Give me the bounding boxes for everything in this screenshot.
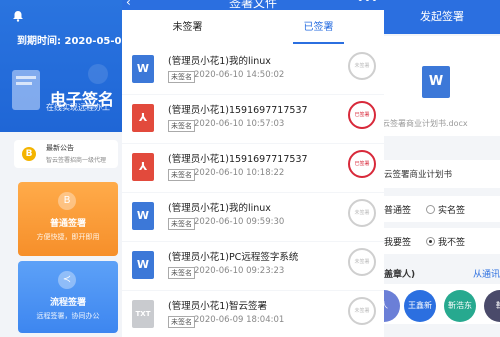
list-item[interactable]: W (管理员小花1)我的linux 未签名 2020-06-10 14:50:0… [122, 46, 384, 94]
list-item[interactable]: W (管理员小花1)我的linux 未签名 2020-06-10 09:59:3… [122, 193, 384, 241]
self-sign-row: 我要签 我不签 [384, 228, 500, 254]
add-from-contacts-link[interactable]: 从通讯 [473, 267, 500, 280]
signer-avatar[interactable]: 鞠 [484, 290, 500, 322]
signer-avatar[interactable]: 靳浩东 [444, 290, 476, 322]
signer-avatar[interactable]: 王鑫新 [404, 290, 436, 322]
tab-unsigned[interactable]: 未签署 [122, 10, 253, 46]
realname-sign-label: 实名签 [438, 206, 466, 216]
unsigned-badge: 未签名 [168, 267, 195, 279]
radio-i-sign[interactable]: 我要签 [384, 235, 411, 248]
unsigned-badge: 未签名 [168, 316, 195, 328]
expiry-date: 到期时间: 2020-05-08 [17, 36, 122, 47]
file-name: (管理员小花1)我的linux [168, 203, 271, 214]
unsigned-badge: 未签名 [168, 71, 195, 83]
radio-i-not-sign[interactable]: 我不签 [426, 235, 465, 248]
flow-sign-subtitle: 远程签署，协同办公 [36, 312, 100, 320]
more-icon[interactable]: ••• [357, 0, 378, 7]
seal-stamp-icon: 未签署 [348, 199, 376, 227]
file-time: 2020-06-10 09:59:30 [194, 217, 285, 227]
seal-stamp-icon: 已签署 [348, 101, 376, 129]
i-not-sign-label: 我不签 [438, 238, 466, 248]
file-name: (管理员小花1)1591697717537 [168, 154, 308, 165]
document-preview[interactable]: W 智云签署商业计划书.docx [384, 36, 500, 136]
pdf-file-icon: ⅄ [132, 153, 154, 181]
document-title-value: 云签署商业计划书 [384, 170, 453, 180]
home-screen: 到期时间: 2020-05-08 电子签名 在线实现远程办工 B 最新公告 智云… [0, 0, 122, 337]
start-sign-screen: 发起签署 W 智云签署商业计划书.docx 云签署商业计划书 普通签 实名签 我… [384, 0, 500, 337]
list-item[interactable]: W (管理员小花1)PC远程签字系统 未签名 2020-06-10 09:23:… [122, 242, 384, 290]
flow-sign-card[interactable]: ≺ 流程签署 远程签署，协同办公 [18, 261, 118, 333]
document-title-field[interactable]: 云签署商业计划书 [384, 160, 500, 188]
signers-list: 人 王鑫新 靳浩东 鞠 [384, 284, 500, 324]
unsigned-badge: 未签名 [168, 169, 195, 181]
start-sign-header: 发起签署 [384, 0, 500, 34]
sign-type-row: 普通签 实名签 [384, 196, 500, 222]
radio-realname-sign[interactable]: 实名签 [426, 203, 465, 216]
file-name: (管理员小花1)PC远程签字系统 [168, 252, 299, 263]
announcement-bar[interactable]: B 最新公告 智云签署招商一级代理 [14, 140, 118, 168]
radio-icon [426, 205, 435, 214]
seal-stamp-icon: 未签署 [348, 52, 376, 80]
normal-sign-title: 普通签署 [49, 219, 86, 229]
radio-normal-sign[interactable]: 普通签 [384, 203, 411, 216]
hero-subtitle: 在线实现远程办工 [46, 103, 110, 112]
bell-icon[interactable] [12, 10, 24, 22]
signed-files-screen: ‹ 签署文件 ••• 未签署 已签署 W (管理员小花1)我的linux 未签名… [122, 0, 384, 337]
tab-signed[interactable]: 已签署 [253, 10, 384, 46]
flow-sign-title: 流程签署 [49, 298, 86, 308]
tab-active-indicator [293, 42, 344, 44]
word-file-icon: W [132, 55, 154, 83]
normal-sign-label: 普通签 [384, 206, 412, 216]
announcement-text: 智云签署招商一级代理 [46, 157, 107, 164]
file-time: 2020-06-09 18:04:01 [194, 315, 285, 325]
word-file-icon: W [132, 251, 154, 279]
bitcoin-icon: B [22, 147, 36, 161]
radio-selected-icon [426, 237, 435, 246]
home-hero-banner: 到期时间: 2020-05-08 电子签名 在线实现远程办工 [0, 0, 122, 132]
file-name: (管理员小花1)1591697717537 [168, 105, 308, 116]
normal-sign-subtitle: 方便快捷，即开即用 [36, 233, 100, 241]
document-name: 智云签署商业计划书.docx [384, 119, 468, 128]
tab-unsigned-label: 未签署 [172, 22, 203, 33]
list-item[interactable]: ⅄ (管理员小花1)1591697717537 未签名 2020-06-10 1… [122, 144, 384, 192]
file-name: (管理员小花1)智云签署 [168, 301, 267, 312]
announcement-title: 最新公告 [46, 144, 74, 152]
signer-avatar[interactable]: 人 [384, 290, 400, 322]
signers-section: 盖章人) 从通讯 [384, 264, 500, 280]
i-sign-label: 我要签 [384, 238, 412, 248]
files-tabs: 未签署 已签署 [122, 10, 384, 46]
seal-stamp-icon: 已签署 [348, 150, 376, 178]
unsigned-badge: 未签名 [168, 218, 195, 230]
files-header: ‹ 签署文件 ••• [122, 0, 384, 10]
list-item[interactable]: ⅄ (管理员小花1)1591697717537 未签名 2020-06-10 1… [122, 95, 384, 143]
seal-stamp-icon: 未签署 [348, 248, 376, 276]
bitcoin-icon: B [58, 192, 76, 210]
file-time: 2020-06-10 09:23:23 [194, 266, 285, 276]
file-name: (管理员小花1)我的linux [168, 56, 271, 67]
tab-signed-label: 已签署 [303, 22, 334, 33]
seal-stamp-icon: 未签署 [348, 297, 376, 325]
pdf-file-icon: ⅄ [132, 104, 154, 132]
app-collage: 到期时间: 2020-05-08 电子签名 在线实现远程办工 B 最新公告 智云… [0, 0, 500, 337]
word-file-icon: W [132, 202, 154, 230]
word-file-icon: W [422, 66, 450, 98]
unsigned-badge: 未签名 [168, 120, 195, 132]
txt-file-icon: TXT [132, 300, 154, 328]
signers-label: 盖章人) [384, 270, 416, 280]
file-time: 2020-06-10 10:57:03 [194, 119, 285, 129]
share-icon: ≺ [58, 271, 76, 289]
normal-sign-card[interactable]: B 普通签署 方便快捷，即开即用 [18, 182, 118, 256]
file-time: 2020-06-10 10:18:22 [194, 168, 285, 178]
file-time: 2020-06-10 14:50:02 [194, 70, 285, 80]
list-item[interactable]: TXT (管理员小花1)智云签署 未签名 2020-06-09 18:04:01… [122, 291, 384, 337]
